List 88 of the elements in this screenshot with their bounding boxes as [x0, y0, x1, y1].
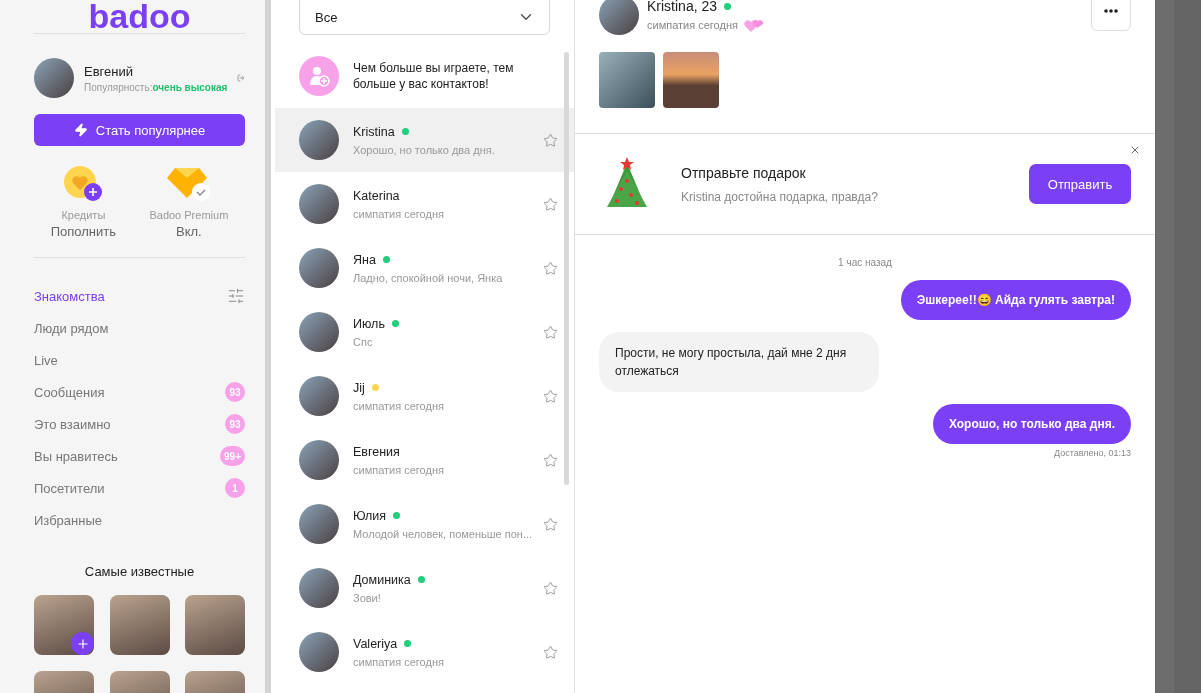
avatar: [299, 248, 339, 288]
user-name: Евгений: [84, 63, 134, 79]
filter-dropdown[interactable]: Все: [299, 0, 550, 35]
contact-row[interactable]: Kristina Хорошо, но только два дня.: [275, 108, 574, 172]
avatar: [299, 504, 339, 544]
message-preview: Ладно, спокойной ночи, Янка: [353, 271, 504, 284]
nav-item[interactable]: Вы нравитесь: [34, 448, 118, 464]
chat-title: Kristina, 23: [647, 0, 718, 14]
contact-name: Katerina: [353, 188, 400, 203]
incoming-message: Прости, не могу простыла, дай мне 2 дня отлежаться: [599, 332, 879, 392]
message-preview: Хорошо, но только два дня.: [353, 143, 496, 156]
add-contact-icon: [299, 56, 339, 96]
star-icon[interactable]: [543, 388, 558, 404]
contact-name: Евгения: [353, 444, 400, 459]
wallet-action[interactable]: Вкл.: [176, 224, 202, 239]
message-preview: симпатия сегодня: [353, 655, 445, 668]
star-icon[interactable]: [543, 580, 558, 596]
avatar: [299, 184, 339, 224]
count-badge: 93: [225, 414, 245, 434]
timestamp: 1 час назад: [838, 257, 892, 268]
section-title: Самые известные: [83, 564, 196, 579]
contact-name: Яна: [353, 252, 376, 267]
contact-name: Jij: [353, 380, 365, 395]
star-icon[interactable]: [543, 260, 558, 276]
message-preview: симпатия сегодня: [353, 399, 445, 412]
star-icon[interactable]: [543, 452, 558, 468]
more-icon: [1104, 9, 1118, 13]
contact-name: Июль: [353, 316, 385, 331]
contact-name: Valeriya: [353, 636, 398, 651]
outgoing-message: Эшкерее!!😄 Айда гулять завтра!: [900, 280, 1131, 320]
hearts-icon: [743, 18, 764, 32]
coin-heart-icon[interactable]: [64, 166, 103, 202]
nav-item[interactable]: Люди рядом: [34, 320, 109, 336]
nav-item[interactable]: Сообщения: [34, 384, 105, 400]
diamond-icon[interactable]: [166, 166, 211, 202]
photo-placeholder[interactable]: [599, 52, 655, 108]
star-icon[interactable]: [543, 196, 558, 212]
lightning-icon: [73, 123, 88, 137]
message-preview: Молодой человек, поменьше пон...: [353, 527, 529, 540]
promo-text: Чем больше вы играете, тем больше у вас контактов!: [353, 60, 515, 92]
count-badge: 93: [225, 382, 245, 402]
filter-settings-icon[interactable]: [227, 287, 245, 305]
send-gift-button[interactable]: Отправить: [1029, 164, 1131, 204]
message-preview: Зови!: [353, 591, 382, 604]
nav-item[interactable]: Избранные: [34, 512, 102, 528]
photo-placeholder[interactable]: [185, 595, 245, 655]
wallet-label: Кредиты: [61, 209, 106, 221]
gift-title: Отправьте подарок: [681, 164, 807, 181]
logo[interactable]: badoo: [34, 0, 245, 34]
contact-name: Доминика: [353, 572, 411, 587]
star-icon[interactable]: [543, 132, 558, 148]
star-icon[interactable]: [543, 516, 558, 532]
star-icon[interactable]: [543, 644, 558, 660]
nav-item[interactable]: Live: [34, 352, 58, 368]
wallet-action[interactable]: Пополнить: [50, 224, 116, 239]
match-text: симпатия сегодня: [647, 19, 738, 31]
photo-placeholder[interactable]: [663, 52, 719, 108]
count-badge: 99+: [220, 446, 245, 466]
avatar: [299, 312, 339, 352]
avatar: [299, 440, 339, 480]
count-badge: 1: [225, 478, 245, 498]
avatar: [299, 376, 339, 416]
plus-icon: [75, 636, 90, 651]
more-button[interactable]: [1091, 0, 1131, 31]
avatar[interactable]: [34, 58, 74, 98]
nav-item[interactable]: Посетители: [34, 480, 105, 496]
star-icon[interactable]: [543, 324, 558, 340]
add-button[interactable]: [71, 632, 94, 655]
popularity-text: Популярность:очень высокая: [84, 81, 228, 93]
delivery-status: Доставлено, 01:13: [1053, 448, 1131, 458]
gift-text: Kristina достойна подарка, правда?: [681, 189, 879, 204]
avatar[interactable]: [599, 0, 639, 35]
contact-name: Kristina: [353, 124, 395, 139]
boost-button[interactable]: Стать популярнее: [34, 114, 245, 146]
message-preview: симпатия сегодня: [353, 463, 445, 476]
nav-item[interactable]: Знакомства: [34, 288, 105, 304]
photo-placeholder[interactable]: [109, 595, 170, 655]
close-icon[interactable]: [1129, 144, 1141, 156]
outgoing-message: Хорошо, но только два дня.: [932, 404, 1131, 444]
wallet-label: Badoo Premium: [149, 209, 229, 221]
contact-name: Юлия: [353, 508, 387, 523]
avatar: [299, 632, 339, 672]
message-preview: Спс: [353, 335, 374, 348]
photo-placeholder[interactable]: [34, 595, 94, 655]
avatar: [299, 568, 339, 608]
nav-item[interactable]: Это взаимно: [34, 416, 111, 432]
avatar: [299, 120, 339, 160]
message-preview: симпатия сегодня: [353, 207, 445, 220]
